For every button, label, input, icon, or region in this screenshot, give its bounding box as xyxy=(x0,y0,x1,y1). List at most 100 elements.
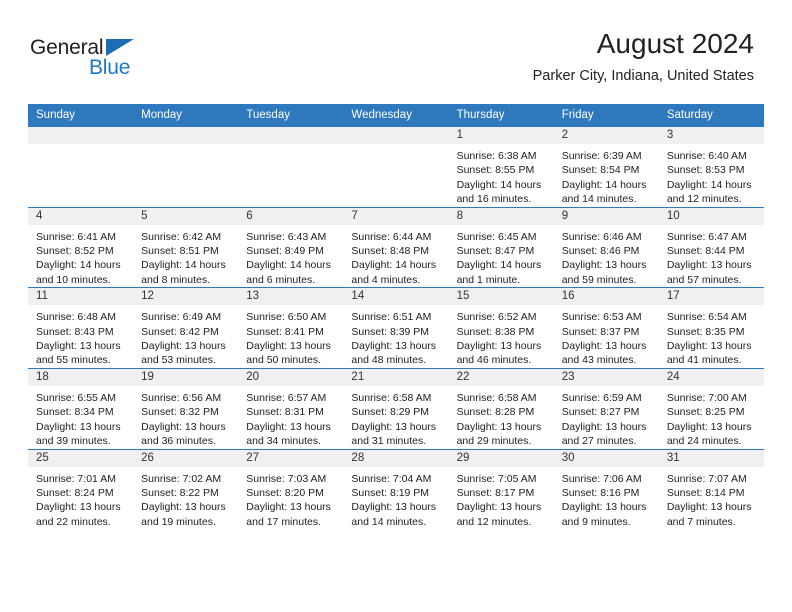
calendar-page: General Blue August 2024 Parker City, In… xyxy=(0,0,792,612)
day-details: Sunrise: 7:05 AM Sunset: 8:17 PM Daylight:… xyxy=(449,467,554,530)
sunrise-text: Sunrise: 6:55 AM xyxy=(36,391,116,404)
daylight-text-line2: and 27 minutes. xyxy=(561,435,637,448)
calendar-day-cell[interactable]: 10 Sunrise: 6:47 AM Sunset: 8:44 PM Dayligh… xyxy=(658,206,764,288)
sunset-text: Sunset: 8:55 PM xyxy=(456,164,535,177)
calendar-day-cell[interactable]: 24 Sunrise: 7:00 AM Sunset: 8:25 PM Dayligh… xyxy=(658,367,764,449)
day-details: Sunrise: 6:40 AM Sunset: 8:53 PM Daylight:… xyxy=(659,144,764,207)
calendar-day-cell[interactable]: 1 Sunrise: 6:38 AM Sunset: 8:55 PM Daylight… xyxy=(448,127,554,208)
day-number: 16 xyxy=(553,288,659,306)
daylight-text-line2: and 41 minutes. xyxy=(666,354,742,367)
calendar-day-cell-empty xyxy=(238,127,344,208)
day-number: 31 xyxy=(658,449,764,467)
daylight-text-line2: and 9 minutes. xyxy=(561,515,631,528)
calendar-day-cell[interactable]: 25 Sunrise: 7:01 AM Sunset: 8:24 PM Dayligh… xyxy=(28,448,134,530)
daylight-text-line2: and 39 minutes. xyxy=(36,435,111,448)
day-details: Sunrise: 6:50 AM Sunset: 8:41 PM Daylight:… xyxy=(238,305,343,368)
calendar-day-cell[interactable]: 18 Sunrise: 6:55 AM Sunset: 8:34 PM Dayligh… xyxy=(28,367,134,449)
day-number: 9 xyxy=(553,207,659,225)
calendar-day-cell[interactable]: 22 Sunrise: 6:58 AM Sunset: 8:28 PM Dayligh… xyxy=(448,367,554,449)
sunrise-text: Sunrise: 6:43 AM xyxy=(246,230,327,243)
sunrise-text: Sunrise: 6:56 AM xyxy=(141,391,222,404)
daylight-text-line2: and 12 minutes. xyxy=(666,193,742,206)
sunrise-text: Sunrise: 6:52 AM xyxy=(456,311,537,324)
page-header: General Blue August 2024 Parker City, In… xyxy=(0,0,792,104)
day-number: 22 xyxy=(448,368,554,386)
day-number: 28 xyxy=(343,449,449,467)
sunset-text: Sunset: 8:39 PM xyxy=(351,325,430,338)
day-details: Sunrise: 7:07 AM Sunset: 8:14 PM Daylight:… xyxy=(659,467,764,530)
calendar-day-cell[interactable]: 17 Sunrise: 6:54 AM Sunset: 8:35 PM Dayligh… xyxy=(658,287,764,369)
calendar-day-cell[interactable]: 29 Sunrise: 7:05 AM Sunset: 8:17 PM Dayligh… xyxy=(448,448,554,530)
sunrise-text: Sunrise: 7:07 AM xyxy=(666,472,747,485)
sunset-text: Sunset: 8:53 PM xyxy=(666,164,745,177)
calendar-day-cell[interactable]: 14 Sunrise: 6:51 AM Sunset: 8:39 PM Dayligh… xyxy=(343,287,449,369)
calendar-day-cell[interactable]: 20 Sunrise: 6:57 AM Sunset: 8:31 PM Dayligh… xyxy=(238,367,344,449)
sunrise-text: Sunrise: 7:05 AM xyxy=(456,472,537,485)
page-title: August 2024 xyxy=(596,28,754,59)
daylight-text-line2: and 59 minutes. xyxy=(561,273,637,286)
daylight-text-line2: and 8 minutes. xyxy=(141,273,211,286)
calendar-day-cell[interactable]: 2 Sunrise: 6:39 AM Sunset: 8:54 PM Daylight… xyxy=(553,127,659,208)
daylight-text-line1: Daylight: 13 hours xyxy=(246,501,331,514)
calendar-day-cell[interactable]: 19 Sunrise: 6:56 AM Sunset: 8:32 PM Dayligh… xyxy=(133,367,239,449)
day-number: 15 xyxy=(448,288,554,306)
sunset-text: Sunset: 8:20 PM xyxy=(246,486,324,499)
daylight-text-line1: Daylight: 13 hours xyxy=(351,501,437,514)
calendar-day-cell[interactable]: 8 Sunrise: 6:45 AM Sunset: 8:47 PM Daylight… xyxy=(448,206,554,288)
daylight-text-line1: Daylight: 13 hours xyxy=(246,420,331,433)
calendar-day-cell[interactable]: 12 Sunrise: 6:49 AM Sunset: 8:42 PM Dayligh… xyxy=(133,287,239,369)
daylight-text-line1: Daylight: 13 hours xyxy=(36,501,121,514)
daylight-text-line1: Daylight: 13 hours xyxy=(666,259,752,272)
calendar-day-cell[interactable]: 5 Sunrise: 6:42 AM Sunset: 8:51 PM Daylight… xyxy=(133,206,239,288)
sunset-text: Sunset: 8:34 PM xyxy=(36,406,114,419)
day-details: Sunrise: 6:45 AM Sunset: 8:47 PM Daylight:… xyxy=(449,225,554,288)
calendar-day-cell[interactable]: 28 Sunrise: 7:04 AM Sunset: 8:19 PM Dayligh… xyxy=(343,448,449,530)
calendar-day-cell[interactable]: 23 Sunrise: 6:59 AM Sunset: 8:27 PM Dayligh… xyxy=(553,367,659,449)
sunset-text: Sunset: 8:46 PM xyxy=(561,245,640,258)
day-details: Sunrise: 7:00 AM Sunset: 8:25 PM Daylight:… xyxy=(659,386,764,449)
sunrise-text: Sunrise: 6:53 AM xyxy=(561,311,642,324)
daylight-text-line1: Daylight: 13 hours xyxy=(666,340,752,353)
day-details: Sunrise: 7:01 AM Sunset: 8:24 PM Daylight:… xyxy=(28,467,133,530)
location-subtitle: Parker City, Indiana, United States xyxy=(532,68,754,84)
daylight-text-line1: Daylight: 13 hours xyxy=(561,259,647,272)
calendar-day-cell[interactable]: 7 Sunrise: 6:44 AM Sunset: 8:48 PM Daylight… xyxy=(343,206,449,288)
calendar-day-cell[interactable]: 9 Sunrise: 6:46 AM Sunset: 8:46 PM Daylight… xyxy=(553,206,659,288)
sunrise-text: Sunrise: 6:54 AM xyxy=(666,311,747,324)
calendar-day-cell[interactable]: 16 Sunrise: 6:53 AM Sunset: 8:37 PM Dayligh… xyxy=(553,287,659,369)
weekday-header-sunday: Sunday xyxy=(28,104,134,127)
daylight-text-line2: and 16 minutes. xyxy=(456,193,532,206)
daylight-text-line1: Daylight: 13 hours xyxy=(351,340,437,353)
weekday-header-row: Sunday Monday Tuesday Wednesday Thursday… xyxy=(28,104,764,127)
day-details: Sunrise: 6:42 AM Sunset: 8:51 PM Daylight:… xyxy=(133,225,238,288)
day-number: 29 xyxy=(448,449,554,467)
day-details: Sunrise: 6:49 AM Sunset: 8:42 PM Daylight:… xyxy=(133,305,238,368)
calendar-day-cell[interactable]: 27 Sunrise: 7:03 AM Sunset: 8:20 PM Dayligh… xyxy=(238,448,344,530)
general-blue-logo[interactable]: General Blue xyxy=(30,36,170,86)
daylight-text-line1: Daylight: 14 hours xyxy=(246,259,331,272)
calendar-day-cell[interactable]: 26 Sunrise: 7:02 AM Sunset: 8:22 PM Dayligh… xyxy=(133,448,239,530)
calendar-day-cell[interactable]: 31 Sunrise: 7:07 AM Sunset: 8:14 PM Dayligh… xyxy=(658,448,764,530)
day-number: 23 xyxy=(553,368,659,386)
sunset-text: Sunset: 8:17 PM xyxy=(456,486,535,499)
calendar-day-cell[interactable]: 21 Sunrise: 6:58 AM Sunset: 8:29 PM Dayligh… xyxy=(343,367,449,449)
weekday-header-friday: Friday xyxy=(553,104,659,127)
calendar-day-cell[interactable]: 13 Sunrise: 6:50 AM Sunset: 8:41 PM Dayligh… xyxy=(238,287,344,369)
day-number: 18 xyxy=(28,368,134,386)
calendar-day-cell[interactable]: 15 Sunrise: 6:52 AM Sunset: 8:38 PM Dayligh… xyxy=(448,287,554,369)
calendar-day-cell[interactable]: 6 Sunrise: 6:43 AM Sunset: 8:49 PM Daylight… xyxy=(238,206,344,288)
calendar-day-cell[interactable]: 30 Sunrise: 7:06 AM Sunset: 8:16 PM Dayligh… xyxy=(553,448,659,530)
daylight-text-line2: and 31 minutes. xyxy=(351,435,427,448)
day-details: Sunrise: 6:46 AM Sunset: 8:46 PM Daylight:… xyxy=(554,225,659,288)
sunset-text: Sunset: 8:42 PM xyxy=(141,325,219,338)
calendar-day-cell[interactable]: 3 Sunrise: 6:40 AM Sunset: 8:53 PM Daylight… xyxy=(658,127,764,208)
sunset-text: Sunset: 8:49 PM xyxy=(246,245,324,258)
daylight-text-line2: and 22 minutes. xyxy=(36,515,111,528)
calendar-day-cell[interactable]: 4 Sunrise: 6:41 AM Sunset: 8:52 PM Daylight… xyxy=(28,206,134,288)
daylight-text-line2: and 6 minutes. xyxy=(246,273,316,286)
daylight-text-line1: Daylight: 13 hours xyxy=(36,420,121,433)
sunrise-text: Sunrise: 7:04 AM xyxy=(351,472,432,485)
sunrise-text: Sunrise: 7:03 AM xyxy=(246,472,327,485)
sunrise-text: Sunrise: 6:47 AM xyxy=(666,230,747,243)
calendar-day-cell[interactable]: 11 Sunrise: 6:48 AM Sunset: 8:43 PM Dayligh… xyxy=(28,287,134,369)
